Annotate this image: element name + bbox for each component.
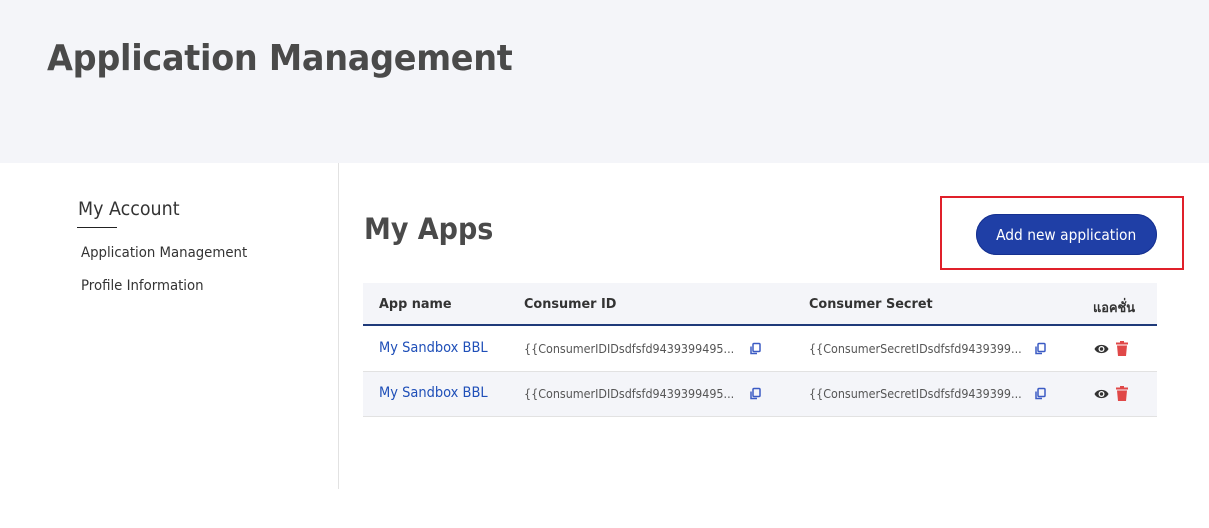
column-header-actions: แอคชั่น [1093,300,1136,316]
view-eye-icon[interactable] [1094,343,1109,355]
column-header-consumer-id: Consumer ID [524,296,617,312]
add-new-application-button[interactable]: Add new application [976,214,1157,255]
sidebar-title-underline [77,227,117,228]
sidebar-divider [338,163,339,489]
copy-consumer-id-icon[interactable] [748,387,762,401]
table-header [363,283,1157,326]
copy-consumer-id-icon[interactable] [748,342,762,356]
page-title: Application Management [47,38,513,79]
sidebar-item-application-management[interactable]: Application Management [81,245,247,261]
column-header-consumer-secret: Consumer Secret [809,296,933,312]
section-title: My Apps [364,212,494,246]
app-name-link[interactable]: My Sandbox BBL [379,340,488,356]
app-name-link[interactable]: My Sandbox BBL [379,385,488,401]
copy-consumer-secret-icon[interactable] [1033,387,1047,401]
table-row: My Sandbox BBL {{ConsumerIDIDsdfsfd94393… [363,327,1157,372]
table-row: My Sandbox BBL {{ConsumerIDIDsdfsfd94393… [363,372,1157,417]
view-eye-icon[interactable] [1094,388,1109,400]
consumer-secret-value: {{ConsumerSecretIDsdfsfd9439399... [809,387,1022,401]
sidebar-title: My Account [78,198,180,220]
page-header [0,0,1209,163]
sidebar-item-profile-information[interactable]: Profile Information [81,278,204,294]
consumer-id-value: {{ConsumerIDIDsdfsfd9439399495... [524,342,735,356]
column-header-app-name: App name [379,296,452,312]
delete-trash-icon[interactable] [1116,341,1128,356]
add-new-application-label: Add new application [996,225,1137,244]
copy-consumer-secret-icon[interactable] [1033,342,1047,356]
consumer-id-value: {{ConsumerIDIDsdfsfd9439399495... [524,387,735,401]
consumer-secret-value: {{ConsumerSecretIDsdfsfd9439399... [809,342,1022,356]
delete-trash-icon[interactable] [1116,386,1128,401]
